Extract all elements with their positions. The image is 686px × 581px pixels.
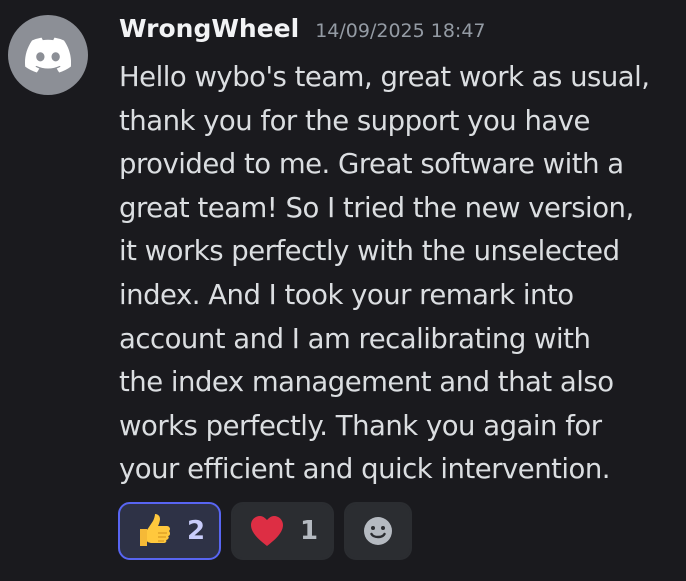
reactions-bar: 2 1	[118, 502, 412, 560]
reaction-heart[interactable]: 1	[231, 502, 334, 560]
message-line: great team! So I tried the new version,	[119, 191, 634, 224]
message-header: WrongWheel 14/09/2025 18:47	[119, 14, 486, 54]
add-reaction-smiley-icon	[359, 512, 397, 550]
message-content: Hello wybo's team, great work as usual, …	[119, 56, 679, 492]
thumbs-up-icon	[135, 512, 173, 550]
red-heart-icon	[248, 512, 286, 550]
message-line: index. And I took your remark into	[119, 278, 574, 311]
reaction-thumbs-up[interactable]: 2	[118, 502, 221, 560]
reaction-count: 1	[300, 516, 319, 546]
message-line: account and I am recalibrating with	[119, 322, 591, 355]
avatar[interactable]	[8, 15, 88, 95]
timestamp: 14/09/2025 18:47	[315, 20, 486, 42]
reaction-count: 2	[187, 516, 206, 546]
add-reaction-button[interactable]	[344, 502, 412, 560]
message-line: provided to me. Great software with a	[119, 148, 624, 181]
message-line: Hello wybo's team, great work as usual,	[119, 61, 650, 93]
chat-message: WrongWheel 14/09/2025 18:47 Hello wybo's…	[0, 0, 686, 581]
message-line: your efficient and quick intervention.	[119, 453, 611, 486]
discord-logo-icon	[25, 37, 71, 73]
username[interactable]: WrongWheel	[119, 14, 299, 43]
message-line: works perfectly. Thank you again for	[119, 409, 602, 442]
message-line: thank you for the support you have	[119, 104, 590, 137]
message-line: it works perfectly with the unselected	[119, 235, 620, 268]
message-line: the index management and that also	[119, 366, 614, 399]
